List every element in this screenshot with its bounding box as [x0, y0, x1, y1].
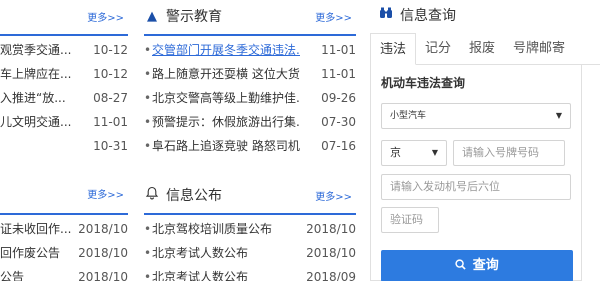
warning-education-header: ▲ 警示教育 更多>>	[144, 0, 356, 36]
warning-more-link[interactable]: 更多>>	[315, 9, 352, 24]
left-bottom-panel: 更多>> 证未收回作... 2018/10 回作废公告 2018/10 公告 2018…	[0, 177, 128, 281]
left-top-more-link[interactable]: 更多>>	[87, 9, 124, 24]
list-item[interactable]: 观赏季交通... 10-12	[0, 38, 128, 62]
info-publish-header: 信息公布 更多>>	[144, 177, 356, 215]
info-query-title: 信息查询	[400, 8, 456, 24]
bell-icon	[144, 186, 160, 204]
list-item[interactable]: 回作废公告 2018/10	[0, 241, 128, 265]
info-query-panel: 信息查询 违法 记分 报废 号牌邮寄 机动车违法查询 小型汽车 ▼ 京 ▼ 请输…	[370, 0, 600, 281]
info-more-link[interactable]: 更多>>	[315, 188, 352, 203]
left-top-list: 观赏季交通... 10-12 车上牌应在... 10-12 入推进“放... 08-2…	[0, 38, 128, 158]
list-item[interactable]: •路上随意开还耍横 这位大货... 11-01	[144, 62, 356, 86]
info-publish-panel: 信息公布 更多>> •北京驾校培训质量公布 2018/10 •北京考试人数公布 20…	[144, 177, 356, 281]
list-item[interactable]: 公告 2018/10	[0, 265, 128, 281]
violation-query-form: 机动车违法查询 小型汽车 ▼ 京 ▼ 请输入号牌号码 请输入发动机号后六位 验证…	[370, 64, 582, 281]
list-item[interactable]: •北京考试人数公布 2018/09	[144, 265, 356, 281]
form-heading: 机动车违法查询	[381, 76, 466, 90]
list-item[interactable]: •北京考试人数公布 2018/10	[144, 241, 356, 265]
dropdown-arrow-icon: ▼	[555, 111, 562, 120]
bullet: •	[144, 139, 152, 153]
warning-education-title: 警示教育	[166, 9, 222, 25]
bullet: •	[144, 115, 152, 129]
list-item[interactable]: 入推进“放... 08-27	[0, 86, 128, 110]
list-item[interactable]: 儿文明交通... 11-01	[0, 110, 128, 134]
left-bottom-header: 更多>>	[0, 177, 128, 215]
warning-list: •交管部门开展冬季交通违法... 11-01 •路上随意开还耍横 这位大货... 1…	[144, 38, 356, 158]
bullet: •	[144, 222, 152, 236]
warning-triangle-icon: ▲	[147, 8, 157, 24]
query-button[interactable]: 查询	[381, 250, 573, 281]
info-publish-title: 信息公布	[166, 188, 222, 204]
tab-points[interactable]: 记分	[416, 33, 460, 65]
list-item[interactable]: •阜石路上追逐竞驶 路怒司机... 07-16	[144, 134, 356, 158]
left-bottom-list: 证未收回作... 2018/10 回作废公告 2018/10 公告 2018/10	[0, 217, 128, 281]
list-item[interactable]: 车上牌应在... 10-12	[0, 62, 128, 86]
list-item[interactable]: •预警提示：休假旅游出行集... 07-30	[144, 110, 356, 134]
left-top-header: 更多>>	[0, 0, 128, 36]
bullet: •	[144, 67, 152, 81]
binoculars-icon	[378, 7, 394, 23]
bullet: •	[144, 246, 152, 260]
left-column: 更多>> 观赏季交通... 10-12 车上牌应在... 10-12 入推进“放..…	[0, 0, 128, 281]
left-bottom-more-link[interactable]: 更多>>	[87, 186, 124, 201]
list-item[interactable]: 10-31	[0, 134, 128, 158]
tab-violation[interactable]: 违法	[370, 33, 417, 65]
info-list: •北京驾校培训质量公布 2018/10 •北京考试人数公布 2018/10 •北京考…	[144, 217, 356, 281]
captcha-input[interactable]: 验证码	[381, 207, 439, 233]
plate-number-input[interactable]: 请输入号牌号码	[453, 140, 565, 166]
list-item[interactable]: •北京驾校培训质量公布 2018/10	[144, 217, 356, 241]
tab-scrap[interactable]: 报废	[460, 33, 504, 65]
vehicle-type-select[interactable]: 小型汽车 ▼	[381, 103, 571, 129]
engine-number-input[interactable]: 请输入发动机号后六位	[381, 174, 571, 200]
list-item[interactable]: •交管部门开展冬季交通违法... 11-01	[144, 38, 356, 62]
list-item[interactable]: 证未收回作... 2018/10	[0, 217, 128, 241]
search-icon	[455, 258, 473, 273]
list-item[interactable]: •北京交警高等级上勤维护佳... 09-26	[144, 86, 356, 110]
info-query-header: 信息查询	[370, 0, 600, 30]
query-tabs: 违法 记分 报废 号牌邮寄	[370, 33, 600, 65]
bullet: •	[144, 270, 152, 281]
bullet: •	[144, 43, 152, 57]
warning-education-panel: ▲ 警示教育 更多>> •交管部门开展冬季交通违法... 11-01 •路上随意开…	[144, 0, 356, 170]
province-select[interactable]: 京 ▼	[381, 140, 447, 166]
plate-row: 京 ▼ 请输入号牌号码	[381, 140, 571, 166]
bullet: •	[144, 91, 152, 105]
tab-plate-mail[interactable]: 号牌邮寄	[504, 33, 574, 65]
dropdown-arrow-icon: ▼	[431, 148, 438, 157]
